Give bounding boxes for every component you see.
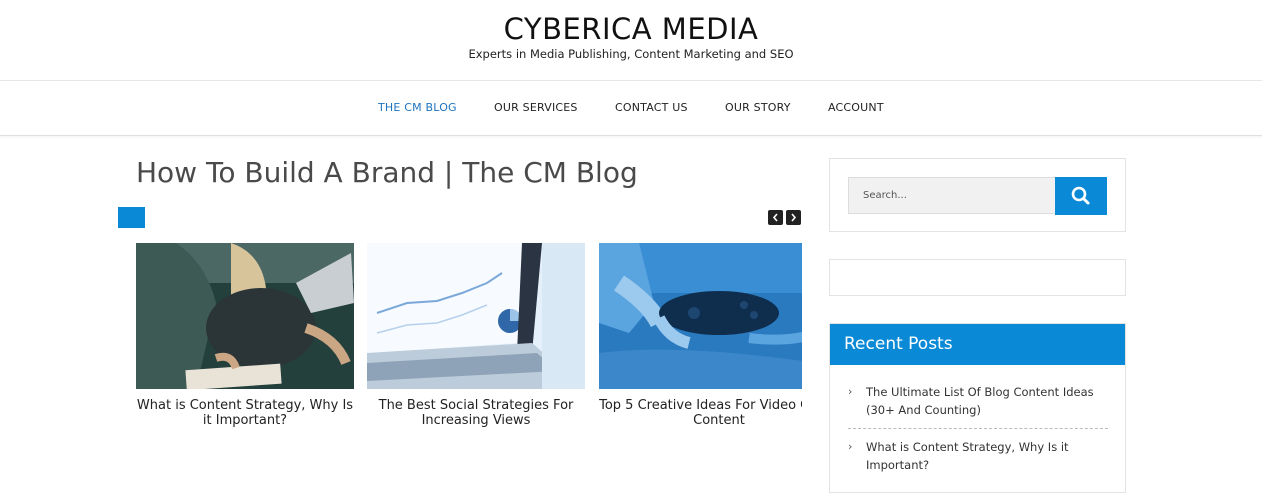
chevron-right-icon: ›: [848, 440, 853, 453]
search-button[interactable]: [1055, 177, 1107, 215]
main-nav: THE CM BLOG OUR SERVICES CONTACT US OUR …: [0, 81, 1262, 136]
card-title[interactable]: Top 5 Creative Ideas For Video Game Cont…: [599, 398, 802, 428]
woman-writing-notebook-photo[interactable]: [136, 243, 354, 389]
chevron-right-icon: [791, 213, 797, 222]
card-title[interactable]: The Best Social Strategies For Increasin…: [367, 398, 585, 428]
nav-item-cm-blog[interactable]: THE CM BLOG: [378, 101, 457, 114]
nav-item-our-story[interactable]: OUR STORY: [725, 101, 791, 114]
recent-posts-heading: Recent Posts: [830, 324, 1125, 365]
nav-item-our-services[interactable]: OUR SERVICES: [494, 101, 578, 114]
recent-posts-widget: Recent Posts › The Ultimate List Of Blog…: [829, 323, 1126, 493]
recent-post-item[interactable]: › What is Content Strategy, Why Is it Im…: [848, 438, 1108, 474]
search-widget: Search...: [829, 158, 1126, 232]
nav-item-contact-us[interactable]: CONTACT US: [615, 101, 688, 114]
slider-label-tab: [118, 207, 145, 228]
post-carousel: What is Content Strategy, Why Is it Impo…: [136, 243, 802, 443]
slider-prev-button[interactable]: [768, 210, 783, 225]
chevron-right-icon: ›: [848, 385, 853, 398]
slider-next-button[interactable]: [786, 210, 801, 225]
recent-post-item[interactable]: › The Ultimate List Of Blog Content Idea…: [848, 383, 1108, 419]
site-header: CYBERICA MEDIA Experts in Media Publishi…: [0, 0, 1262, 81]
card-title[interactable]: What is Content Strategy, Why Is it Impo…: [136, 398, 354, 428]
chevron-left-icon: [772, 213, 778, 222]
laptop-analytics-photo[interactable]: [367, 243, 585, 389]
nav-item-account[interactable]: ACCOUNT: [828, 101, 884, 114]
search-input[interactable]: Search...: [848, 177, 1056, 214]
page-title: How To Build A Brand | The CM Blog: [136, 156, 638, 189]
recent-post-title[interactable]: What is Content Strategy, Why Is it Impo…: [866, 440, 1069, 472]
post-divider: [848, 428, 1108, 429]
site-title[interactable]: CYBERICA MEDIA: [0, 12, 1262, 46]
search-icon: [1071, 186, 1090, 205]
recent-post-title[interactable]: The Ultimate List Of Blog Content Ideas …: [866, 385, 1094, 417]
empty-widget: [829, 259, 1126, 296]
site-tagline: Experts in Media Publishing, Content Mar…: [468, 47, 794, 61]
game-controller-photo[interactable]: [599, 243, 802, 389]
